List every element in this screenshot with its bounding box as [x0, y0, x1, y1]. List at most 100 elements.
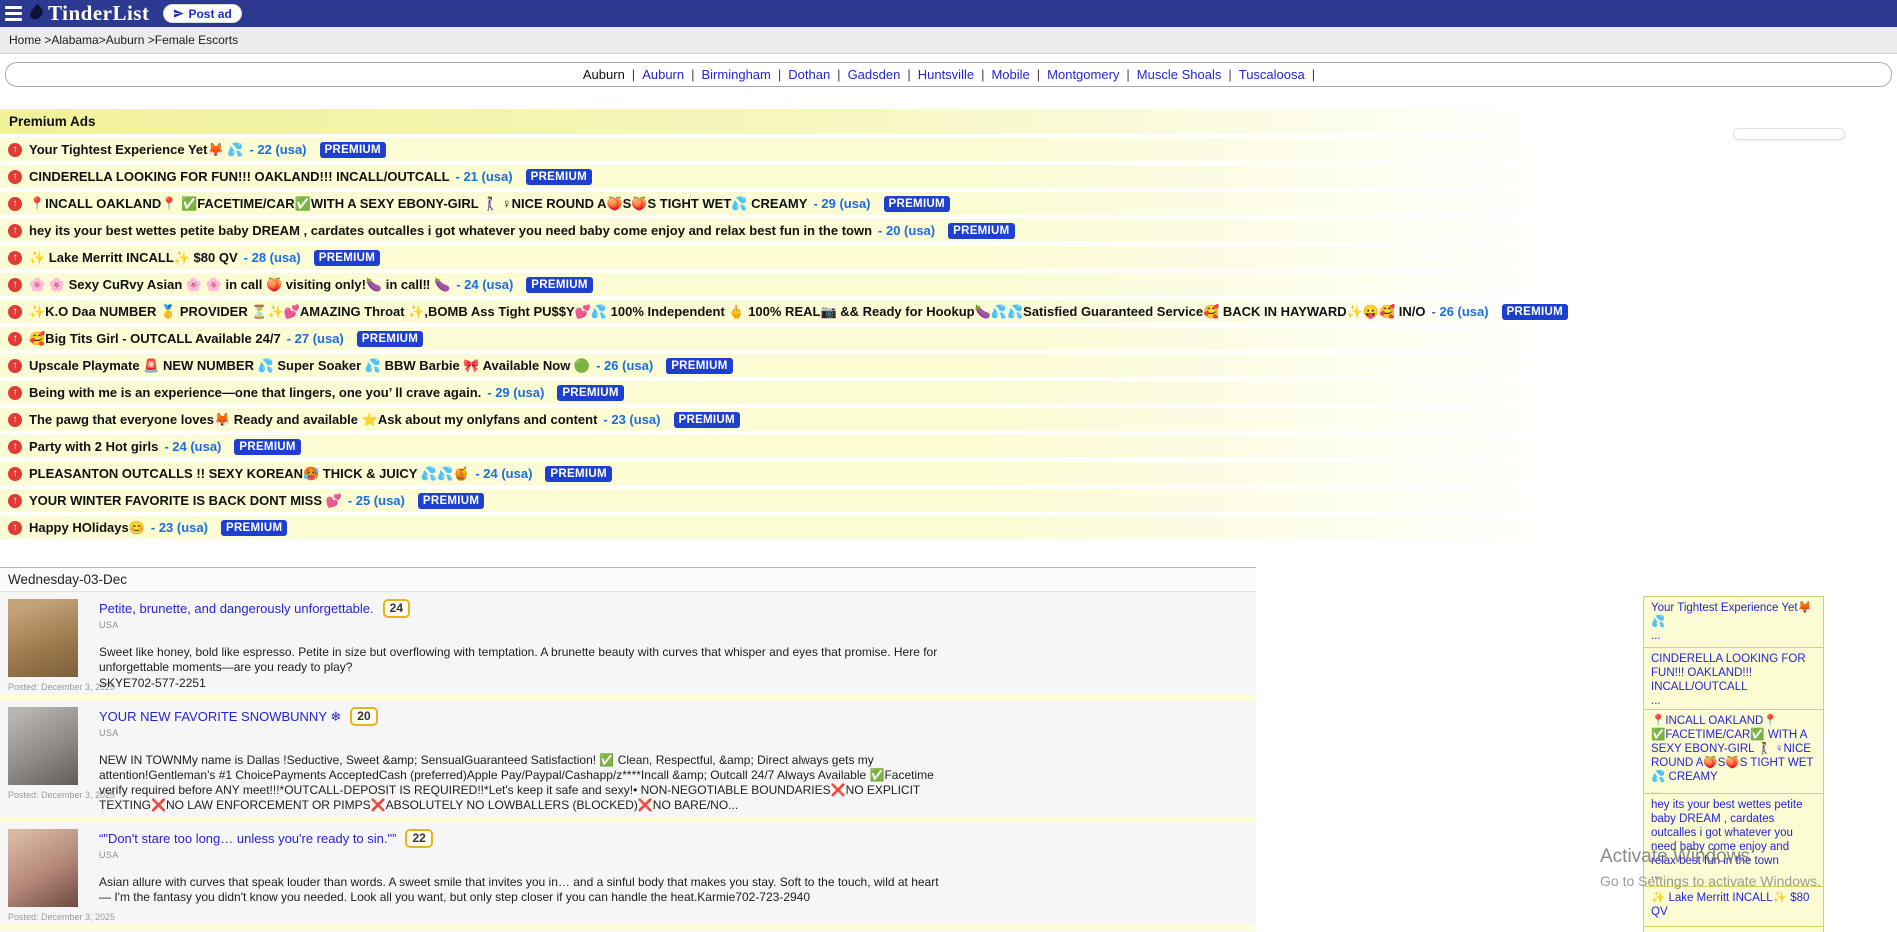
sidebar-card[interactable]: 📍INCALL OAKLAND📍 ✅FACETIME/CAR✅ WITH A S…: [1643, 709, 1824, 803]
breadcrumb-text[interactable]: Home >Alabama>Auburn >Female Escorts: [9, 33, 238, 47]
arrow-up-icon: ↑: [8, 170, 22, 184]
listing-title-link[interactable]: YOUR NEW FAVORITE SNOWBUNNY ❄: [99, 709, 341, 725]
city-link[interactable]: Muscle Shoals: [1137, 67, 1222, 82]
listing-age-badge: 20: [350, 707, 377, 726]
premium-ad-title[interactable]: YOUR WINTER FAVORITE IS BACK DONT MISS 💕: [29, 493, 342, 509]
premium-ad-age: - 24 (usa): [475, 466, 532, 481]
listing-description: NEW IN TOWNMy name is Dallas !Seductive,…: [99, 753, 944, 813]
premium-ad-title[interactable]: Happy HOlidays😊: [29, 520, 145, 536]
premium-ad-age: - 26 (usa): [1432, 304, 1489, 319]
listing-photo[interactable]: [8, 707, 78, 785]
listing-country: USA: [99, 728, 944, 738]
premium-badge: PREMIUM: [418, 493, 484, 509]
premium-ad-row[interactable]: ↑ Happy HOlidays😊 - 23 (usa) PREMIUM: [0, 516, 1897, 539]
premium-ad-title[interactable]: CINDERELLA LOOKING FOR FUN!!! OAKLAND!!!…: [29, 169, 450, 184]
city-nav: Auburn | Auburn | Birmingham | Dothan |: [5, 62, 1892, 87]
menu-icon[interactable]: [5, 6, 22, 21]
city-separator: |: [778, 67, 781, 82]
listing-title-link[interactable]: Petite, brunette, and dangerously unforg…: [99, 601, 374, 616]
city-link[interactable]: Tuscaloosa: [1239, 67, 1305, 82]
sidebar-card-ellipsis: ...: [1651, 868, 1816, 882]
sidebar-card-title[interactable]: ✨ Lake Merritt INCALL✨ $80 QV: [1651, 892, 1809, 918]
listing-body: Petite, brunette, and dangerously unforg…: [99, 599, 944, 692]
listing-photo[interactable]: [8, 829, 78, 907]
city-link[interactable]: Gadsden: [848, 67, 901, 82]
premium-ad-row[interactable]: ↑ ✨ Lake Merritt INCALL✨ $80 QV - 28 (us…: [0, 246, 1897, 269]
premium-ad-title[interactable]: The pawg that everyone loves🦊 Ready and …: [29, 412, 597, 428]
premium-ad-title[interactable]: ✨K.O Daa NUMBER 🥇 PROVIDER ⏳✨💕AMAZING Th…: [29, 304, 1426, 320]
city-separator: |: [632, 67, 635, 82]
city-link[interactable]: Huntsville: [918, 67, 974, 82]
sidebar-card[interactable]: [1643, 926, 1824, 932]
arrow-up-icon: ↑: [8, 521, 22, 535]
premium-badge: PREMIUM: [557, 385, 623, 401]
listing-country: USA: [99, 620, 944, 630]
premium-ad-row[interactable]: ↑ Your Tightest Experience Yet🦊 💦 - 22 (…: [0, 138, 1897, 161]
premium-ad-row[interactable]: ↑ 🥰Big Tits Girl - OUTCALL Available 24/…: [0, 327, 1897, 350]
premium-ad-title[interactable]: Your Tightest Experience Yet🦊 💦: [29, 142, 243, 158]
premium-ad-title[interactable]: PLEASANTON OUTCALLS !! SEXY KOREAN🥵 THIC…: [29, 466, 469, 482]
premium-ad-title[interactable]: ✨ Lake Merritt INCALL✨ $80 QV: [29, 250, 238, 266]
premium-ad-row[interactable]: ↑ 🌸 🌸 Sexy CuRvy Asian 🌸 🌸 in call 🍑 vis…: [0, 273, 1897, 296]
premium-ad-row[interactable]: ↑ Party with 2 Hot girls - 24 (usa) PREM…: [0, 435, 1897, 458]
arrow-up-icon: ↑: [8, 224, 22, 238]
premium-badge: PREMIUM: [545, 466, 611, 482]
city-link[interactable]: Montgomery: [1047, 67, 1119, 82]
paper-plane-icon: [173, 8, 184, 19]
premium-ad-row[interactable]: ↑ YOUR WINTER FAVORITE IS BACK DONT MISS…: [0, 489, 1897, 512]
flame-icon: [28, 4, 46, 22]
breadcrumb: Home >Alabama>Auburn >Female Escorts: [0, 27, 1897, 54]
premium-badge: PREMIUM: [526, 277, 592, 293]
premium-ad-row[interactable]: ↑ CINDERELLA LOOKING FOR FUN!!! OAKLAND!…: [0, 165, 1897, 188]
premium-ad-row[interactable]: ↑ hey its your best wettes petite baby D…: [0, 219, 1897, 242]
sidebar-card[interactable]: CINDERELLA LOOKING FOR FUN!!! OAKLAND!!!…: [1643, 647, 1824, 713]
premium-ad-age: - 26 (usa): [596, 358, 653, 373]
sidebar-card-title[interactable]: 📍INCALL OAKLAND📍 ✅FACETIME/CAR✅ WITH A S…: [1651, 715, 1813, 783]
premium-ad-title[interactable]: hey its your best wettes petite baby DRE…: [29, 223, 872, 238]
premium-ad-row[interactable]: ↑ Upscale Playmate 🚨 NEW NUMBER 💦 Super …: [0, 354, 1897, 377]
sidebar-card-ellipsis: ...: [1651, 629, 1816, 643]
premium-ad-row[interactable]: ↑ PLEASANTON OUTCALLS !! SEXY KOREAN🥵 TH…: [0, 462, 1897, 485]
premium-ad-row[interactable]: ↑ ✨K.O Daa NUMBER 🥇 PROVIDER ⏳✨💕AMAZING …: [0, 300, 1897, 323]
premium-ad-row[interactable]: ↑ The pawg that everyone loves🦊 Ready an…: [0, 408, 1897, 431]
premium-ad-title[interactable]: Being with me is an experience—one that …: [29, 385, 481, 400]
premium-badge: PREMIUM: [314, 250, 380, 266]
top-bar: TinderList Post ad: [0, 0, 1897, 27]
city-link[interactable]: Mobile: [991, 67, 1029, 82]
arrow-up-icon: ↑: [8, 494, 22, 508]
premium-badge: PREMIUM: [221, 520, 287, 536]
premium-ad-age: - 28 (usa): [244, 250, 301, 265]
sidebar-card-title[interactable]: CINDERELLA LOOKING FOR FUN!!! OAKLAND!!!…: [1651, 653, 1806, 693]
premium-ad-row[interactable]: ↑ 📍INCALL OAKLAND📍 ✅FACETIME/CAR✅WITH A …: [0, 192, 1897, 215]
premium-ad-title[interactable]: Upscale Playmate 🚨 NEW NUMBER 💦 Super So…: [29, 358, 590, 374]
premium-ad-row[interactable]: ↑ Being with me is an experience—one tha…: [0, 381, 1897, 404]
sidebar-card[interactable]: hey its your best wettes petite baby DRE…: [1643, 793, 1824, 887]
brand-logo[interactable]: TinderList: [29, 1, 149, 26]
sidebar-card[interactable]: Your Tightest Experience Yet🦊 💦 ...: [1643, 596, 1824, 648]
arrow-up-icon: ↑: [8, 143, 22, 157]
listing-title-link[interactable]: “"Don't stare too long… unless you're re…: [99, 831, 396, 846]
city-link[interactable]: Auburn: [642, 67, 684, 82]
premium-ad-title[interactable]: Party with 2 Hot girls: [29, 439, 158, 454]
post-ad-button[interactable]: Post ad: [163, 4, 241, 23]
premium-ad-title[interactable]: 🥰Big Tits Girl - OUTCALL Available 24/7: [29, 331, 281, 347]
premium-section: Premium Ads ↑ Your Tightest Experience Y…: [0, 109, 1897, 539]
listing-row: Posted: December 3, 2025 “"Don't stare t…: [0, 822, 1256, 925]
arrow-up-icon: ↑: [8, 278, 22, 292]
city-link[interactable]: Birmingham: [702, 67, 771, 82]
premium-badge: PREMIUM: [666, 358, 732, 374]
premium-ad-age: - 21 (usa): [456, 169, 513, 184]
sidebar-card-title[interactable]: hey its your best wettes petite baby DRE…: [1651, 799, 1803, 867]
listing-list: Posted: December 3, 2025 Petite, brunett…: [0, 592, 1256, 932]
sidebar-card-ellipsis: ...: [1651, 694, 1816, 708]
listing-photo[interactable]: [8, 599, 78, 677]
city-link[interactable]: Dothan: [788, 67, 830, 82]
premium-ad-age: - 25 (usa): [348, 493, 405, 508]
premium-ad-age: - 22 (usa): [249, 142, 306, 157]
premium-ad-title[interactable]: 🌸 🌸 Sexy CuRvy Asian 🌸 🌸 in call 🍑 visit…: [29, 277, 450, 293]
premium-ad-title[interactable]: 📍INCALL OAKLAND📍 ✅FACETIME/CAR✅WITH A SE…: [29, 196, 807, 212]
arrow-up-icon: ↑: [8, 359, 22, 373]
premium-ad-age: - 23 (usa): [151, 520, 208, 535]
sidebar-card-title[interactable]: Your Tightest Experience Yet🦊 💦: [1651, 602, 1812, 628]
listing-row: Posted: December 3, 2025 YOUR NEW FAVORI…: [0, 700, 1256, 817]
